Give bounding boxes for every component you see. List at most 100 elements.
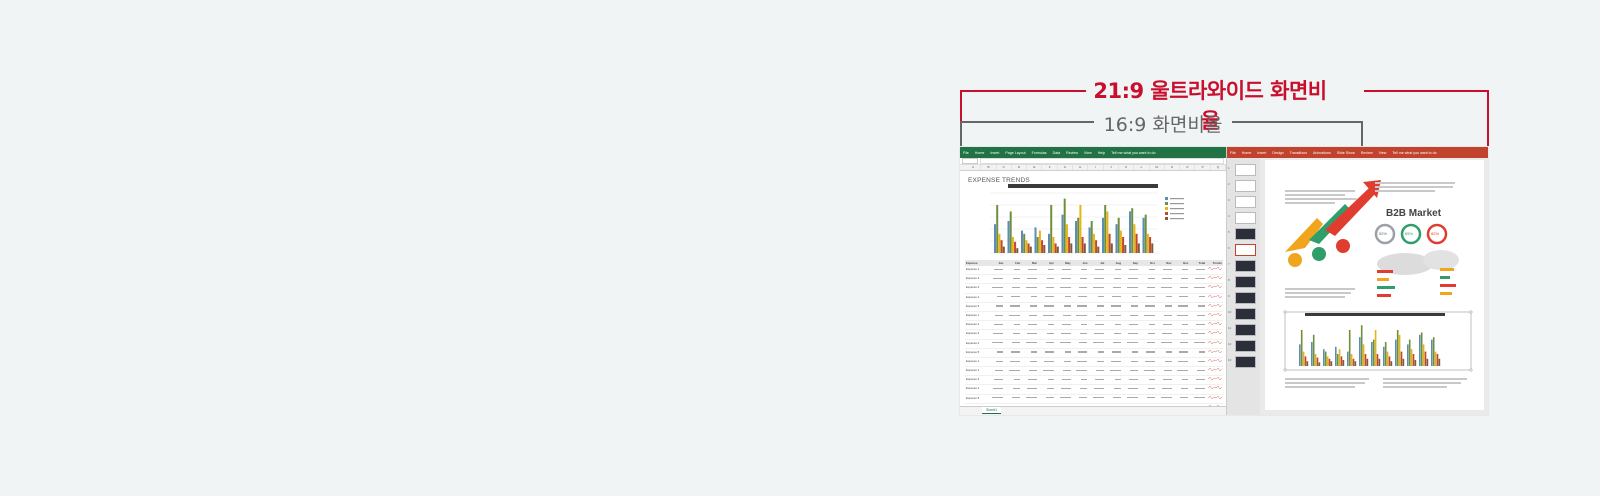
excel-menu-item[interactable]: File bbox=[963, 151, 969, 155]
table-cell[interactable] bbox=[1021, 376, 1038, 384]
powerpoint-menu-item[interactable]: View bbox=[1379, 151, 1387, 155]
table-cell[interactable] bbox=[1004, 385, 1021, 393]
table-cell[interactable]: Expense 1 bbox=[965, 312, 988, 320]
table-cell[interactable] bbox=[1173, 321, 1190, 329]
slide-thumbnail[interactable] bbox=[1235, 276, 1256, 288]
table-cell[interactable] bbox=[1021, 340, 1038, 348]
table-cell[interactable] bbox=[1004, 275, 1021, 283]
table-cell[interactable] bbox=[1122, 367, 1139, 375]
table-cell[interactable] bbox=[1189, 358, 1206, 366]
table-cell[interactable] bbox=[1021, 367, 1038, 375]
table-cell[interactable] bbox=[1021, 275, 1038, 283]
table-cell[interactable] bbox=[1088, 284, 1105, 292]
table-cell[interactable] bbox=[1021, 266, 1038, 274]
table-cell[interactable] bbox=[1173, 330, 1190, 338]
table-cell[interactable]: Expense 2 bbox=[965, 367, 988, 375]
table-cell[interactable] bbox=[1122, 294, 1139, 302]
table-cell[interactable] bbox=[1122, 340, 1139, 348]
table-cell[interactable] bbox=[1139, 266, 1156, 274]
slide-thumbnail[interactable] bbox=[1235, 212, 1256, 224]
table-cell[interactable] bbox=[1173, 275, 1190, 283]
table-cell[interactable] bbox=[1189, 321, 1206, 329]
table-cell[interactable] bbox=[1173, 340, 1190, 348]
table-cell[interactable] bbox=[1105, 376, 1122, 384]
table-cell[interactable] bbox=[1055, 349, 1072, 357]
table-cell[interactable] bbox=[1088, 330, 1105, 338]
table-cell[interactable] bbox=[1088, 340, 1105, 348]
table-cell[interactable] bbox=[1139, 321, 1156, 329]
sparkline-cell[interactable] bbox=[1206, 266, 1223, 274]
table-cell[interactable] bbox=[988, 358, 1005, 366]
table-cell[interactable] bbox=[1156, 275, 1173, 283]
table-cell[interactable] bbox=[1139, 385, 1156, 393]
excel-menu-item[interactable]: Formulas bbox=[1032, 151, 1047, 155]
table-cell[interactable] bbox=[988, 275, 1005, 283]
excel-menu-item[interactable]: Review bbox=[1066, 151, 1078, 155]
table-cell[interactable] bbox=[1021, 330, 1038, 338]
slide-thumbnail[interactable] bbox=[1235, 196, 1256, 208]
column-header[interactable]: M bbox=[1150, 165, 1165, 170]
table-cell[interactable] bbox=[1189, 266, 1206, 274]
table-cell[interactable] bbox=[1055, 340, 1072, 348]
table-cell[interactable] bbox=[1189, 376, 1206, 384]
column-header[interactable]: H bbox=[1073, 165, 1089, 170]
slide-thumbnail[interactable] bbox=[1235, 340, 1256, 352]
column-header[interactable]: O bbox=[1180, 165, 1196, 170]
table-cell[interactable] bbox=[1189, 395, 1206, 403]
table-cell[interactable] bbox=[1088, 385, 1105, 393]
table-cell[interactable] bbox=[1173, 349, 1190, 357]
table-cell[interactable] bbox=[1156, 349, 1173, 357]
table-cell[interactable] bbox=[1105, 330, 1122, 338]
table-cell[interactable] bbox=[1072, 340, 1089, 348]
table-cell[interactable] bbox=[1105, 294, 1122, 302]
table-cell[interactable] bbox=[1088, 358, 1105, 366]
table-cell[interactable] bbox=[1004, 284, 1021, 292]
table-cell[interactable] bbox=[1088, 303, 1105, 311]
table-cell[interactable] bbox=[1156, 330, 1173, 338]
table-cell[interactable] bbox=[1139, 395, 1156, 403]
table-cell[interactable] bbox=[1088, 294, 1105, 302]
slide-thumbnail[interactable] bbox=[1235, 260, 1256, 272]
table-cell[interactable] bbox=[1139, 303, 1156, 311]
table-cell[interactable] bbox=[1055, 376, 1072, 384]
table-cell[interactable] bbox=[1189, 349, 1206, 357]
table-cell[interactable] bbox=[1105, 266, 1122, 274]
column-header[interactable]: L bbox=[1134, 165, 1150, 170]
table-cell[interactable] bbox=[1038, 303, 1055, 311]
table-cell[interactable] bbox=[1105, 385, 1122, 393]
table-cell[interactable] bbox=[1139, 312, 1156, 320]
table-cell[interactable] bbox=[1156, 266, 1173, 274]
table-cell[interactable] bbox=[1173, 303, 1190, 311]
table-cell[interactable] bbox=[1021, 385, 1038, 393]
table-cell[interactable] bbox=[1055, 266, 1072, 274]
table-cell[interactable] bbox=[1173, 367, 1190, 375]
table-cell[interactable] bbox=[1105, 303, 1122, 311]
table-cell[interactable] bbox=[1189, 312, 1206, 320]
table-cell[interactable] bbox=[1122, 312, 1139, 320]
table-cell[interactable] bbox=[1055, 312, 1072, 320]
table-cell[interactable] bbox=[1088, 321, 1105, 329]
sparkline-cell[interactable] bbox=[1206, 376, 1223, 384]
sheet-tab[interactable]: Sheet1 bbox=[982, 407, 1002, 414]
table-cell[interactable] bbox=[1139, 330, 1156, 338]
column-header[interactable]: D bbox=[1012, 165, 1028, 170]
powerpoint-menu-item[interactable]: Animations bbox=[1313, 151, 1331, 155]
table-cell[interactable] bbox=[1038, 284, 1055, 292]
column-header[interactable]: Q bbox=[1211, 165, 1227, 170]
sparkline-cell[interactable] bbox=[1206, 349, 1223, 357]
column-header[interactable]: P bbox=[1195, 165, 1211, 170]
table-cell[interactable]: Expense 2 bbox=[965, 321, 988, 329]
table-cell[interactable] bbox=[1173, 294, 1190, 302]
table-cell[interactable] bbox=[1038, 312, 1055, 320]
table-cell[interactable] bbox=[988, 330, 1005, 338]
table-cell[interactable] bbox=[1004, 294, 1021, 302]
slide-thumbnail[interactable] bbox=[1235, 180, 1256, 192]
table-cell[interactable] bbox=[1055, 294, 1072, 302]
table-cell[interactable] bbox=[1122, 385, 1139, 393]
table-cell[interactable] bbox=[1072, 321, 1089, 329]
powerpoint-menu-item[interactable]: Home bbox=[1242, 151, 1252, 155]
table-cell[interactable] bbox=[1072, 312, 1089, 320]
table-cell[interactable] bbox=[1021, 395, 1038, 403]
table-cell[interactable] bbox=[1189, 284, 1206, 292]
sparkline-cell[interactable] bbox=[1206, 395, 1223, 403]
